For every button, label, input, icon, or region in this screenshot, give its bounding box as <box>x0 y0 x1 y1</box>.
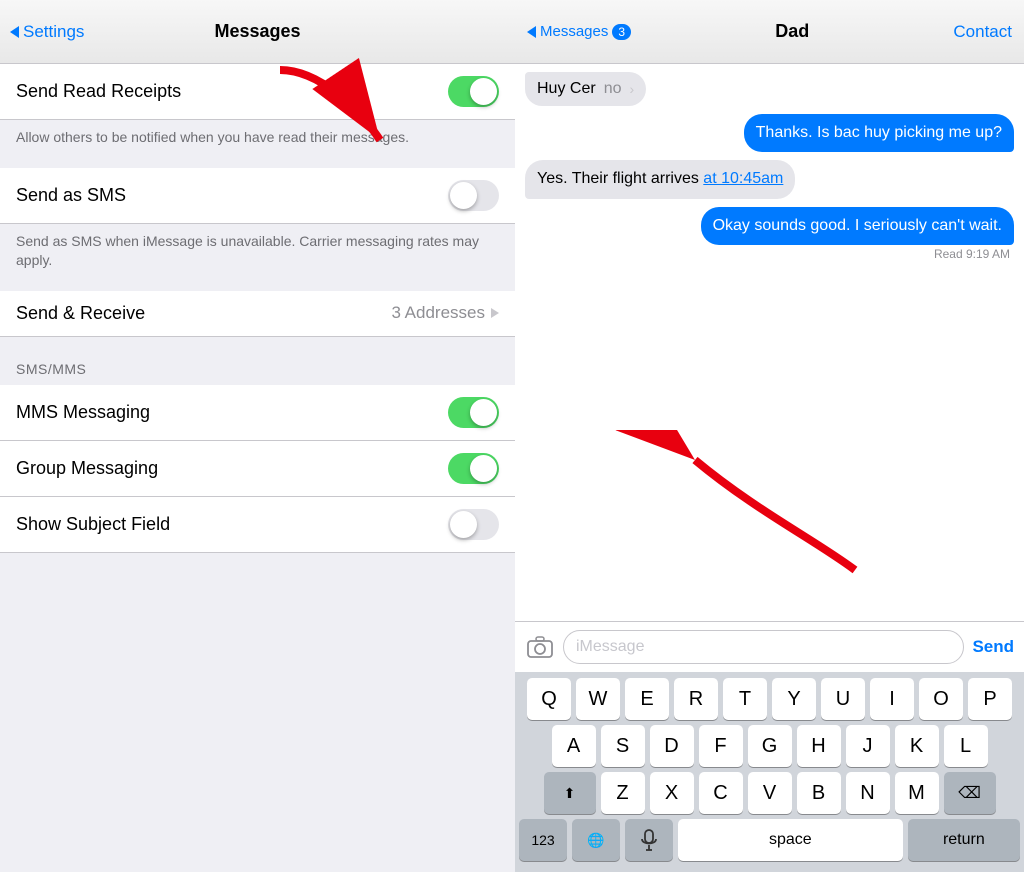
send-as-sms-description: Send as SMS when iMessage is unavailable… <box>0 224 515 283</box>
key-t[interactable]: T <box>723 678 767 720</box>
key-u[interactable]: U <box>821 678 865 720</box>
key-e[interactable]: E <box>625 678 669 720</box>
keyboard: Q W E R T Y U I O P A S D F G H J K <box>515 672 1024 872</box>
key-h[interactable]: H <box>797 725 841 767</box>
read-status: Read 9:19 AM <box>934 247 1014 261</box>
key-s[interactable]: S <box>601 725 645 767</box>
settings-content: Send Read Receipts Allow others to be no… <box>0 64 515 872</box>
key-p[interactable]: P <box>968 678 1012 720</box>
mms-messaging-label: MMS Messaging <box>16 402 150 423</box>
key-r[interactable]: R <box>674 678 718 720</box>
show-subject-field-row: Show Subject Field <box>0 497 515 553</box>
old-message-detail: no <box>604 80 622 98</box>
num-key[interactable]: 123 <box>519 819 567 861</box>
send-as-sms-label: Send as SMS <box>16 185 126 206</box>
keyboard-bottom-row: 123 🌐 space return <box>519 819 1020 861</box>
key-c[interactable]: C <box>699 772 743 814</box>
messages-header: Messages 3 Dad Contact <box>515 0 1024 64</box>
globe-key[interactable]: 🌐 <box>572 819 620 861</box>
keyboard-row-2: A S D F G H J K L <box>519 725 1020 767</box>
group-messaging-row: Group Messaging <box>0 441 515 497</box>
stub-chevron-icon: › <box>629 81 634 97</box>
send-button[interactable]: Send <box>972 637 1014 657</box>
send-receive-label: Send & Receive <box>16 303 145 324</box>
messages-back-chevron <box>527 26 536 38</box>
send-receive-detail: 3 Addresses <box>391 303 499 323</box>
key-m[interactable]: M <box>895 772 939 814</box>
send-read-receipts-row: Send Read Receipts <box>0 64 515 120</box>
key-g[interactable]: G <box>748 725 792 767</box>
show-subject-field-toggle[interactable] <box>448 509 499 540</box>
settings-back-button[interactable]: Settings <box>10 22 84 42</box>
key-x[interactable]: X <box>650 772 694 814</box>
detail-chevron-icon <box>491 308 499 318</box>
send-receive-value: 3 Addresses <box>391 303 485 323</box>
old-message-row: Huy Cer no › <box>525 72 1014 106</box>
key-l[interactable]: L <box>944 725 988 767</box>
key-f[interactable]: F <box>699 725 743 767</box>
key-i[interactable]: I <box>870 678 914 720</box>
message-bubble-outgoing-3: Okay sounds good. I seriously can't wait… <box>701 207 1014 245</box>
space-key[interactable]: space <box>678 819 903 861</box>
message-link[interactable]: at 10:45am <box>703 170 783 187</box>
toggle-knob <box>450 511 477 538</box>
toggle-knob <box>470 399 497 426</box>
messages-back-count: 3 <box>612 24 631 40</box>
old-message-text: Huy Cer <box>537 80 596 98</box>
toggle-knob <box>470 78 497 105</box>
key-k[interactable]: K <box>895 725 939 767</box>
shift-key[interactable]: ⬆ <box>544 772 596 814</box>
toggle-knob <box>450 182 477 209</box>
key-a[interactable]: A <box>552 725 596 767</box>
key-n[interactable]: N <box>846 772 890 814</box>
messages-content: Huy Cer no › Thanks. Is bac huy picking … <box>515 64 1024 621</box>
message-bubble-outgoing-1: Thanks. Is bac huy picking me up? <box>744 114 1014 152</box>
key-j[interactable]: J <box>846 725 890 767</box>
contact-button[interactable]: Contact <box>953 22 1012 42</box>
old-message-bubble: Huy Cer no › <box>525 72 646 106</box>
key-w[interactable]: W <box>576 678 620 720</box>
message-input-area: iMessage Send <box>515 621 1024 672</box>
mms-messaging-toggle[interactable] <box>448 397 499 428</box>
key-q[interactable]: Q <box>527 678 571 720</box>
delete-key[interactable]: ⌫ <box>944 772 996 814</box>
settings-header: Settings Messages <box>0 0 515 64</box>
group-messaging-label: Group Messaging <box>16 458 158 479</box>
key-y[interactable]: Y <box>772 678 816 720</box>
message-input[interactable]: iMessage <box>563 630 964 664</box>
keyboard-row-3: ⬆ Z X C V B N M ⌫ <box>519 772 1020 814</box>
messages-contact-name: Dad <box>775 21 809 42</box>
message-row-1: Thanks. Is bac huy picking me up? <box>525 114 1014 152</box>
camera-icon[interactable] <box>525 632 555 662</box>
mic-key[interactable] <box>625 819 673 861</box>
send-read-receipts-label: Send Read Receipts <box>16 81 181 102</box>
toggle-knob <box>470 455 497 482</box>
message-bubble-incoming-2: Yes. Their flight arrives at 10:45am <box>525 160 795 198</box>
key-d[interactable]: D <box>650 725 694 767</box>
settings-back-label: Settings <box>23 22 84 42</box>
return-key[interactable]: return <box>908 819 1020 861</box>
mms-messaging-row: MMS Messaging <box>0 385 515 441</box>
send-receive-row[interactable]: Send & Receive 3 Addresses <box>0 291 515 337</box>
key-b[interactable]: B <box>797 772 841 814</box>
send-read-receipts-description: Allow others to be notified when you hav… <box>0 120 515 160</box>
message-row-2: Yes. Their flight arrives at 10:45am <box>525 160 1014 198</box>
messages-back-label: Messages <box>540 23 608 40</box>
send-read-receipts-toggle[interactable] <box>448 76 499 107</box>
settings-title: Messages <box>214 21 300 42</box>
key-z[interactable]: Z <box>601 772 645 814</box>
group-messaging-toggle[interactable] <box>448 453 499 484</box>
message-placeholder: iMessage <box>576 638 644 656</box>
messages-back-button[interactable]: Messages 3 <box>527 23 631 40</box>
sms-section-header: SMS/MMS <box>0 337 515 385</box>
show-subject-field-label: Show Subject Field <box>16 514 170 535</box>
send-as-sms-row: Send as SMS <box>0 168 515 224</box>
key-v[interactable]: V <box>748 772 792 814</box>
chevron-left-icon <box>10 26 19 38</box>
key-o[interactable]: O <box>919 678 963 720</box>
keyboard-row-1: Q W E R T Y U I O P <box>519 678 1020 720</box>
send-as-sms-toggle[interactable] <box>448 180 499 211</box>
message-text-before: Yes. Their flight arrives <box>537 170 703 187</box>
message-row-3: Okay sounds good. I seriously can't wait… <box>525 207 1014 261</box>
